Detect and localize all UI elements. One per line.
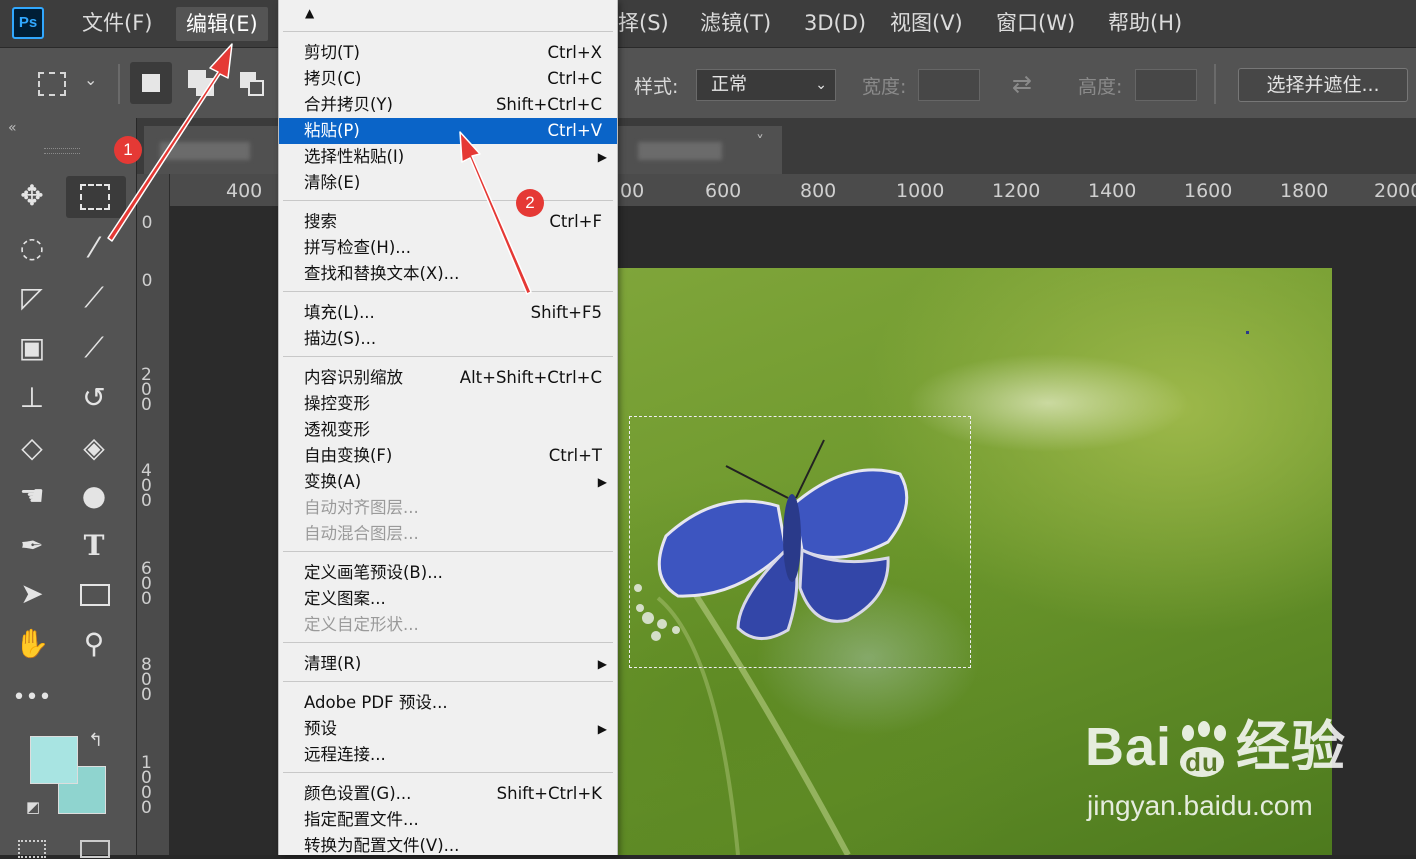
step-1-badge: 1 bbox=[114, 136, 142, 164]
baidu-paw-icon: du bbox=[1172, 721, 1236, 781]
paw-toe bbox=[1198, 721, 1211, 737]
watermark-brand-cn: 经验 bbox=[1236, 717, 1347, 777]
baidu-jingyan-watermark: Bai du 经验 jingyan.baidu.com bbox=[1085, 702, 1347, 821]
watermark-brand: Bai bbox=[1085, 717, 1173, 777]
paw-text: du bbox=[1180, 747, 1225, 777]
step-2-badge: 2 bbox=[516, 189, 544, 217]
watermark-url: jingyan.baidu.com bbox=[1087, 790, 1313, 821]
paw-toe bbox=[1182, 725, 1195, 741]
paw-toe bbox=[1214, 725, 1227, 741]
